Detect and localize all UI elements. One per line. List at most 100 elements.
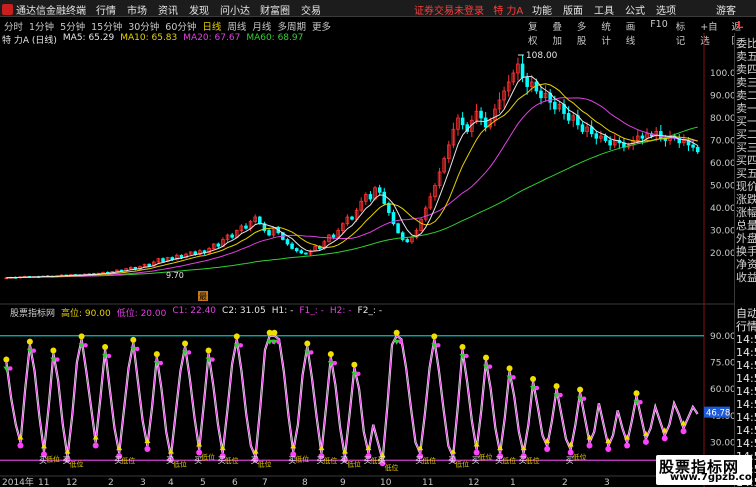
up-arrow-icon <box>40 443 47 449</box>
peak-dot <box>633 390 640 397</box>
pink-dot <box>8 366 13 371</box>
pink-dot <box>106 353 112 359</box>
peak-dot <box>577 386 584 393</box>
peak-dot <box>553 383 560 390</box>
low-zone-label: 低位 <box>455 460 469 469</box>
ma60-line <box>6 126 698 279</box>
ma5-line <box>6 76 698 279</box>
candle-body <box>691 144 695 148</box>
indicator-tick-1: 75.00 <box>710 358 734 368</box>
minute-tick-6: 14:5 <box>736 385 756 398</box>
peak-dot <box>233 333 240 340</box>
candle-body <box>566 113 571 121</box>
candle-body <box>382 191 387 204</box>
pink-dot <box>332 360 338 366</box>
price-tick-3: 70.00 <box>710 137 734 147</box>
pink-dot <box>398 339 403 344</box>
trough-dot <box>661 435 668 442</box>
date-tick-10: 9 <box>340 478 346 487</box>
pink-dot <box>464 353 469 359</box>
candle-body <box>216 243 221 247</box>
candle-body <box>659 131 663 139</box>
minute-tick-5: 14:5 <box>736 372 756 385</box>
peak-dot <box>78 333 85 340</box>
candle-body <box>396 223 400 234</box>
peak-dot <box>530 376 537 382</box>
low-zone-label: 低位 <box>121 456 135 465</box>
quote-field-13: 涨幅 <box>736 206 756 219</box>
up-arrow-icon <box>92 434 99 440</box>
peak-dot <box>26 338 33 345</box>
pink-dot <box>534 385 540 391</box>
pink-dot <box>638 400 643 405</box>
quote-field-5: 卖一 <box>736 102 756 115</box>
low-zone-label: 低位 <box>422 456 436 465</box>
low-zone-label: 低位 <box>323 456 337 465</box>
quote-field-15: 外盘 <box>736 232 756 245</box>
peak-dot <box>102 344 109 350</box>
date-tick-6: 5 <box>200 478 206 487</box>
candle-body <box>331 234 336 238</box>
date-tick-13: 12 <box>468 478 479 487</box>
date-tick-14: 1 <box>510 478 516 487</box>
trough-dot <box>144 446 151 452</box>
low-zone-label: 低位 <box>502 456 516 465</box>
candle-body <box>640 135 645 139</box>
date-tick-16: 3 <box>604 478 610 487</box>
watermark: 股票指标网 www.7gpzb.com <box>656 455 756 485</box>
low-zone-label: 低位 <box>173 460 187 469</box>
date-tick-3: 2 <box>108 478 114 487</box>
date-tick-2: 12 <box>66 478 77 487</box>
quote-field-12: 涨跌 <box>736 193 756 206</box>
indicator-tick-0: 90.00 <box>710 332 734 342</box>
kline-chart[interactable]: 100.0 90.00 80.00 70.00 60.00 50.00 40.00 30.00… <box>0 0 734 487</box>
quote-field-18: 收益 <box>736 271 756 284</box>
pink-dot <box>558 392 563 398</box>
quote-field-3: 卖三 <box>736 76 756 89</box>
minute-tick-3: 14:5 <box>736 346 756 359</box>
candle-body <box>244 225 248 229</box>
candle-body <box>230 234 234 238</box>
low-zone-label: 低位 <box>69 460 83 469</box>
peak-dot <box>327 351 334 358</box>
indicator-tick-4: 30.00 <box>710 438 734 448</box>
watermark-url: www.7gpzb.com <box>670 472 756 483</box>
candle-body <box>479 110 483 119</box>
date-tick-1: 11 <box>38 478 49 487</box>
date-tick-11: 10 <box>380 478 392 487</box>
date-tick-12: 11 <box>422 478 433 487</box>
trough-dot <box>624 442 631 449</box>
pink-dot <box>511 375 516 380</box>
date-tick-0: 2014年 <box>2 476 34 487</box>
date-tick-15: 2 <box>562 478 568 487</box>
price-tick-5: 50.00 <box>710 182 734 192</box>
peak-dot <box>3 356 10 363</box>
candle-body <box>179 254 184 258</box>
pink-dot <box>309 350 314 355</box>
date-tick-4: 3 <box>140 478 146 487</box>
candle-body <box>304 252 308 255</box>
candle-body <box>161 258 165 262</box>
peak-dot <box>393 329 400 336</box>
peak-dot <box>130 336 137 343</box>
quote-field-1: 卖五 <box>736 50 756 63</box>
quote-field-8: 买三 <box>736 141 756 154</box>
candle-body <box>147 263 151 267</box>
trough-dot <box>680 428 687 435</box>
quote-field-2: 卖四 <box>736 63 756 76</box>
pink-dot <box>31 348 37 353</box>
candle-body <box>594 133 599 139</box>
peak-dot <box>153 351 160 358</box>
price-tick-6: 40.00 <box>710 204 734 214</box>
date-tick-5: 4 <box>168 478 174 487</box>
quote-field-0: 委比 <box>736 37 756 50</box>
minute-tick-9: 14:5 <box>736 424 756 437</box>
pink-dot <box>436 343 441 348</box>
low-zone-label: 低位 <box>225 456 239 465</box>
quote-field-4: 卖二 <box>736 89 756 102</box>
candle-body <box>387 203 391 213</box>
pink-dot <box>487 364 493 369</box>
quote-field-17: 净资 <box>736 258 756 271</box>
low-zone-label: 低位 <box>347 460 361 469</box>
minute-tick-7: 14:5 <box>736 398 756 411</box>
